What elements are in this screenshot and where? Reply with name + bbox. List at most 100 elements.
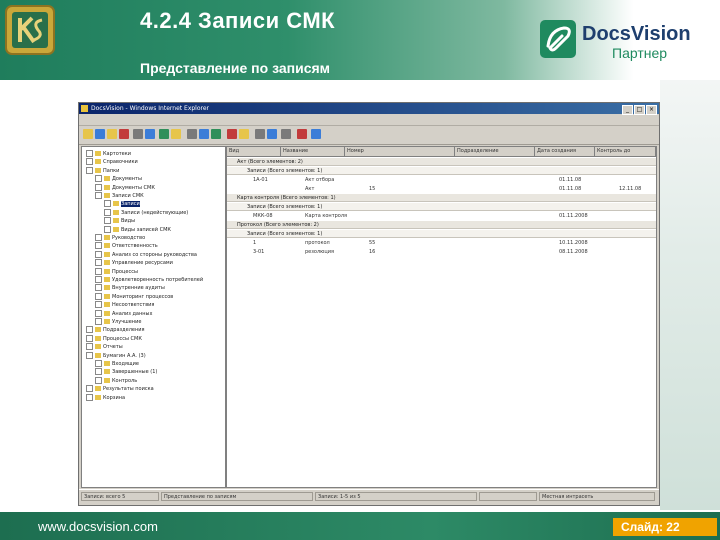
- maximize-icon[interactable]: □: [634, 105, 645, 115]
- grid-subgroup-row[interactable]: Записи (Всего элементов: 1): [227, 167, 656, 175]
- tree-item[interactable]: Корзина: [86, 393, 125, 402]
- tree-item[interactable]: Ответственность: [95, 242, 158, 250]
- toolbar-button-icon[interactable]: [83, 129, 93, 139]
- expand-icon[interactable]: [104, 200, 111, 208]
- toolbar-button-icon[interactable]: [133, 129, 143, 139]
- toolbar-button-icon[interactable]: [211, 129, 221, 139]
- tree-item[interactable]: Удовлетворенность потребителей: [95, 276, 203, 284]
- expand-icon[interactable]: [86, 166, 93, 174]
- tree-item[interactable]: Анализ данных: [95, 309, 152, 318]
- tree-item[interactable]: Документы СМК: [95, 183, 155, 192]
- grid-column-header[interactable]: Вид: [227, 147, 281, 156]
- tree-item[interactable]: Справочники: [86, 158, 138, 166]
- grid-group-row[interactable]: Карта контроля (Всего элементов: 1): [227, 194, 656, 202]
- toolbar-button-icon[interactable]: [107, 129, 117, 139]
- table-row[interactable]: 1А-01 Акт отбора 01.11.08: [227, 176, 656, 184]
- expand-icon[interactable]: [95, 250, 102, 258]
- menu-bar[interactable]: [79, 115, 659, 126]
- tree-item[interactable]: Отчеты: [86, 343, 123, 351]
- tree-item[interactable]: Процессы: [95, 267, 138, 276]
- toolbar-button-icon[interactable]: [311, 129, 321, 139]
- grid-column-header[interactable]: Номер: [345, 147, 455, 156]
- grid-group-row[interactable]: Протокол (Всего элементов: 2): [227, 221, 656, 229]
- expand-icon[interactable]: [95, 175, 102, 183]
- tree-item[interactable]: Руководство: [95, 234, 145, 242]
- expand-icon[interactable]: [104, 208, 111, 216]
- tree-item[interactable]: Входящие: [95, 360, 139, 368]
- expand-icon[interactable]: [95, 234, 102, 241]
- close-icon[interactable]: ×: [646, 105, 657, 115]
- toolbar-button-icon[interactable]: [199, 129, 209, 139]
- expand-icon[interactable]: [86, 351, 93, 359]
- toolbar-button-icon[interactable]: [119, 129, 129, 139]
- tree-item[interactable]: Анализ со стороны руководства: [95, 250, 197, 259]
- expand-icon[interactable]: [86, 343, 93, 351]
- expand-icon[interactable]: [95, 309, 102, 317]
- tree-item[interactable]: Записи (недействующие): [104, 208, 188, 217]
- expand-icon[interactable]: [104, 225, 111, 233]
- expand-icon[interactable]: [86, 158, 93, 166]
- expand-icon[interactable]: [95, 318, 102, 325]
- expand-icon[interactable]: [95, 192, 102, 199]
- tree-item[interactable]: Улучшение: [95, 318, 141, 326]
- table-row[interactable]: 1 протокол 55 10.11.2008: [227, 239, 656, 247]
- toolbar-button-icon[interactable]: [227, 129, 237, 139]
- grid-column-header[interactable]: Название: [281, 147, 345, 156]
- minimize-icon[interactable]: _: [622, 105, 633, 115]
- tree-item[interactable]: Виды: [104, 217, 135, 225]
- toolbar-button-icon[interactable]: [187, 129, 197, 139]
- tree-item[interactable]: Мониторинг процессов: [95, 292, 173, 301]
- table-row[interactable]: Акт 15 01.11.08 12.11.08: [227, 185, 656, 193]
- expand-icon[interactable]: [95, 183, 102, 191]
- toolbar-button-icon[interactable]: [281, 129, 291, 139]
- expand-icon[interactable]: [86, 393, 93, 401]
- grid-column-header[interactable]: Подразделение: [455, 147, 535, 156]
- table-row[interactable]: МКК-08 Карта контроля 01.11.2008: [227, 212, 656, 220]
- tree-item[interactable]: Виды записей СМК: [104, 225, 171, 234]
- toolbar-button-icon[interactable]: [239, 129, 249, 139]
- tree-item[interactable]: Процессы СМК: [86, 334, 142, 343]
- tree-item[interactable]: Подразделения: [86, 326, 145, 334]
- tree-item[interactable]: Несоответствия: [95, 301, 154, 309]
- grid-column-header[interactable]: Дата создания: [535, 147, 595, 156]
- window-titlebar[interactable]: DocsVision - Windows Internet Explorer _…: [79, 103, 659, 115]
- footer-url[interactable]: www.docsvision.com: [38, 519, 158, 534]
- tree-item[interactable]: Завершенные (1): [95, 368, 157, 376]
- expand-icon[interactable]: [95, 284, 102, 292]
- tree-item[interactable]: Результаты поиска: [86, 385, 154, 393]
- table-row[interactable]: 3-01 резолюция 16 08.11.2008: [227, 248, 656, 256]
- toolbar-button-icon[interactable]: [171, 129, 181, 139]
- expand-icon[interactable]: [104, 217, 111, 225]
- expand-icon[interactable]: [95, 267, 102, 275]
- toolbar-button-icon[interactable]: [267, 129, 277, 139]
- tree-item[interactable]: Управление ресурсами: [95, 259, 173, 267]
- tree-item[interactable]: Картотеки: [86, 150, 131, 158]
- tree-item[interactable]: Документы: [95, 175, 142, 183]
- expand-icon[interactable]: [86, 150, 93, 157]
- toolbar-button-icon[interactable]: [255, 129, 265, 139]
- expand-icon[interactable]: [95, 292, 102, 300]
- toolbar-button-icon[interactable]: [297, 129, 307, 139]
- expand-icon[interactable]: [86, 385, 93, 393]
- grid-subgroup-row[interactable]: Записи (Всего элементов: 1): [227, 203, 656, 211]
- expand-icon[interactable]: [95, 368, 102, 376]
- expand-icon[interactable]: [86, 326, 93, 334]
- tree-item[interactable]: Контроль: [95, 376, 137, 385]
- expand-icon[interactable]: [95, 360, 102, 367]
- tree-item[interactable]: Папки: [86, 166, 119, 175]
- tree-item[interactable]: Записи СМК: [95, 192, 144, 200]
- expand-icon[interactable]: [95, 276, 102, 283]
- expand-icon[interactable]: [95, 301, 102, 309]
- toolbar-button-icon[interactable]: [145, 129, 155, 139]
- grid-subgroup-row[interactable]: Записи (Всего элементов: 1): [227, 230, 656, 238]
- tree-item[interactable]: Бумагин А.А. (3): [86, 351, 146, 360]
- expand-icon[interactable]: [95, 376, 102, 384]
- grid-column-header[interactable]: Контроль до: [595, 147, 656, 156]
- tree-item[interactable]: Записи: [104, 200, 140, 208]
- expand-icon[interactable]: [95, 259, 102, 267]
- expand-icon[interactable]: [86, 334, 93, 342]
- expand-icon[interactable]: [95, 242, 102, 250]
- tree-item[interactable]: Внутренние аудиты: [95, 284, 165, 292]
- toolbar-button-icon[interactable]: [159, 129, 169, 139]
- grid-group-row[interactable]: Акт (Всего элементов: 2): [227, 158, 656, 166]
